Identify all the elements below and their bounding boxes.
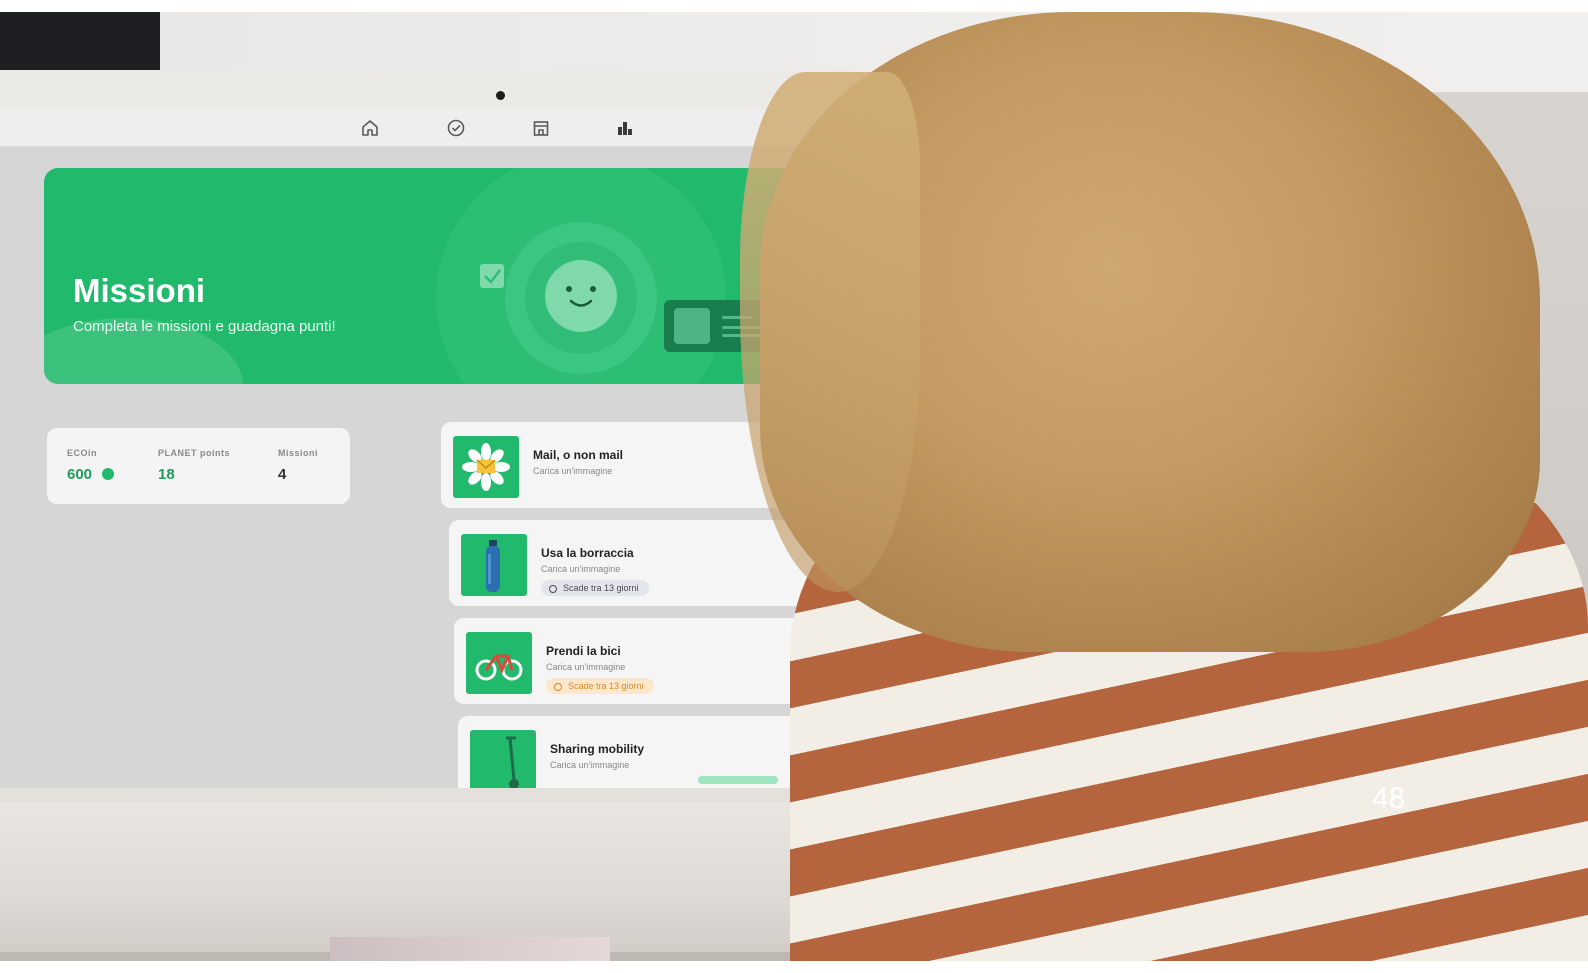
- page-subtitle: Completa le missioni e guadagna punti!: [73, 318, 336, 335]
- leaderboard-icon[interactable]: [615, 118, 635, 138]
- monitor-stand: [330, 937, 610, 961]
- mission-title: Usa la borraccia: [541, 546, 634, 560]
- mission-subtitle: Carica un'immagine: [533, 466, 613, 476]
- stat-missions: Missioni 4: [278, 448, 318, 483]
- top-navbar: [0, 110, 850, 147]
- water-bottle-icon: [461, 534, 527, 596]
- store-icon[interactable]: [531, 118, 551, 138]
- clock-icon: [549, 585, 557, 593]
- mission-title: Mail, o non mail: [533, 448, 624, 462]
- expiry-badge-label: Scade tra 13 giorni: [568, 681, 644, 691]
- home-icon[interactable]: [360, 118, 380, 138]
- mission-subtitle: Carica un'immagine: [550, 760, 630, 770]
- stats-card: ECOin 600 PLANET points 18 Missioni 4: [47, 428, 350, 504]
- hero-banner: Missioni Completa le missioni e guadagna…: [44, 168, 850, 384]
- monitor-screen: Missioni Completa le missioni e guadagna…: [0, 110, 850, 788]
- mission-title: Prendi la bici: [546, 644, 621, 658]
- check-circle-icon[interactable]: [446, 118, 466, 138]
- stat-value: 18: [158, 466, 175, 483]
- bicycle-icon: [466, 632, 532, 694]
- camera-icon: [496, 91, 505, 100]
- stat-ecoin: ECOin 600: [67, 448, 115, 483]
- stat-value: 600: [67, 466, 93, 483]
- expiry-badge: Scade tra 13 giorni: [541, 580, 649, 596]
- mission-subtitle: Carica un'immagine: [546, 662, 626, 672]
- expiry-badge: Scade tra 13 giorni: [546, 678, 654, 694]
- scooter-icon: [470, 730, 536, 788]
- coin-icon: [102, 468, 115, 480]
- stat-label: PLANET points: [158, 448, 230, 458]
- stat-label: Missioni: [278, 448, 319, 458]
- mission-subtitle: Carica un'immagine: [541, 564, 621, 574]
- expiry-badge-label: Scade tra 13 giorni: [563, 583, 639, 593]
- clock-icon: [554, 683, 562, 691]
- page-number: 48: [1372, 782, 1406, 815]
- stat-planet-points: PLANET points 18: [158, 448, 230, 483]
- photo-scene: Missioni Completa le missioni e guadagna…: [0, 12, 1588, 961]
- page-title: Missioni: [73, 272, 206, 309]
- mission-title: Sharing mobility: [550, 742, 645, 756]
- monitor-chin: [0, 802, 860, 952]
- envelope-flower-icon: [453, 436, 519, 498]
- stat-label: ECOin: [67, 448, 98, 458]
- mission-progress-badge: [698, 776, 778, 784]
- stat-value: 4: [278, 466, 287, 483]
